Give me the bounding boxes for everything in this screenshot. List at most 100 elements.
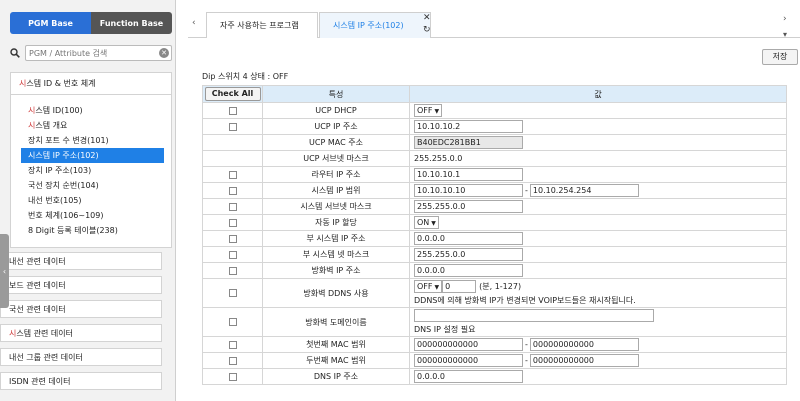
collapse-sidebar-handle[interactable]: ‹: [0, 234, 9, 308]
firewall-domain-field[interactable]: [414, 309, 654, 322]
row-checkbox[interactable]: [228, 372, 237, 381]
column-header-attribute: 특성: [262, 85, 410, 103]
mac-range2-from-field[interactable]: 000000000000: [414, 354, 523, 367]
search-icon: [10, 48, 20, 58]
row-checkbox[interactable]: [228, 186, 237, 195]
menu-item-trunk-order[interactable]: 국선 장치 순번(104): [11, 178, 171, 193]
save-button[interactable]: 저장: [762, 49, 798, 65]
row-label: UCP MAC 주소: [262, 134, 410, 151]
table-row: UCP 서브넷 마스크 255.255.0.0: [202, 150, 787, 167]
table-row: 부 시스템 넷 마스크 255.255.0.0: [202, 246, 787, 263]
row-label: 시스템 서브넷 마스크: [262, 198, 410, 215]
ucp-ip-field[interactable]: 10.10.10.2: [414, 120, 523, 133]
row-checkbox[interactable]: [228, 202, 237, 211]
sys-subnet-field[interactable]: 255.255.0.0: [414, 200, 523, 213]
menu-group-title[interactable]: 시스템 ID & 번호 체계: [11, 73, 171, 95]
row-checkbox[interactable]: [228, 234, 237, 243]
row-checkbox[interactable]: [228, 250, 237, 259]
chevron-left-icon[interactable]: ‹: [192, 18, 196, 28]
sys-ip-range-from-field[interactable]: 10.10.10.10: [414, 184, 523, 197]
row-label: 부 시스템 IP 주소: [262, 230, 410, 247]
settings-table: Check All 특성 값 UCP DHCP OFF ▼ UCP IP 주소 1…: [202, 85, 787, 385]
auto-ip-select[interactable]: ON ▼: [414, 216, 439, 229]
menu-section-isdn[interactable]: ISDN 관련 데이터: [0, 372, 162, 390]
table-row: UCP IP 주소 10.10.10.2: [202, 118, 787, 135]
menu-section-extension-group[interactable]: 내선 그룹 관련 데이터: [0, 348, 162, 366]
column-header-value: 값: [409, 85, 787, 103]
dropdown-arrow-icon: ▼: [434, 108, 440, 115]
menu-item-system-overview[interactable]: 시스템 개요: [11, 118, 171, 133]
row-checkbox[interactable]: [228, 122, 237, 131]
row-label: 방화벽 도메인이름: [262, 307, 410, 337]
mac-range2-to-field[interactable]: 000000000000: [529, 354, 639, 367]
ddns-minutes-unit: (분, 1-127): [479, 282, 522, 291]
sidebar: PGM Base Function Base ✕ 시스템 ID & 번호 체계 …: [0, 0, 176, 401]
menu-section-trunk[interactable]: 국선 관련 데이터: [0, 300, 162, 318]
menu-item-system-ip[interactable]: 시스템 IP 주소(102): [21, 148, 164, 163]
mac-range1-from-field[interactable]: 000000000000: [414, 338, 523, 351]
ucp-mac-field: B40EDC281BB1: [414, 136, 523, 149]
menu-item-numbering-plan[interactable]: 번호 체계(106~109): [11, 208, 171, 223]
chevron-down-icon[interactable]: ▾: [783, 30, 787, 39]
chevron-right-icon[interactable]: ›: [783, 14, 787, 24]
tab-function-base[interactable]: Function Base: [91, 12, 172, 34]
firewall-ip-field[interactable]: 0.0.0.0: [414, 264, 523, 277]
menu-items: 시스템 ID(100) 시스템 개요 장치 포트 수 변경(101) 시스템 I…: [11, 103, 171, 238]
row-label: UCP IP 주소: [262, 118, 410, 135]
table-header-row: Check All 특성 값: [202, 85, 787, 103]
row-checkbox[interactable]: [228, 356, 237, 365]
row-checkbox[interactable]: [228, 318, 237, 326]
range-dash: -: [525, 340, 528, 349]
search-input[interactable]: [25, 45, 172, 61]
table-row: 자동 IP 할당 ON ▼: [202, 214, 787, 231]
row-label: 라우터 IP 주소: [262, 166, 410, 183]
menu-item-port-change[interactable]: 장치 포트 수 변경(101): [11, 133, 171, 148]
row-checkbox[interactable]: [228, 106, 237, 115]
row-label: 두번째 MAC 범위: [262, 352, 410, 369]
row-checkbox[interactable]: [228, 289, 237, 297]
menu-section-system[interactable]: 시스템 관련 데이터: [0, 324, 162, 342]
search-bar: ✕: [10, 45, 172, 61]
mac-range1-to-field[interactable]: 000000000000: [529, 338, 639, 351]
refresh-tab-icon[interactable]: ↻: [423, 25, 431, 35]
menu-section-board[interactable]: 보드 관련 데이터: [0, 276, 162, 294]
firewall-ddns-select[interactable]: OFF ▼: [414, 280, 443, 293]
ddns-minutes-field[interactable]: 0: [442, 280, 477, 293]
ddns-note: DDNS에 의해 방화벽 IP가 변경되면 VOIP보드들은 재시작됩니다.: [414, 296, 636, 305]
sys-ip-range-to-field[interactable]: 10.10.254.254: [529, 184, 639, 197]
row-checkbox[interactable]: [228, 340, 237, 349]
row-label: UCP 서브넷 마스크: [262, 150, 410, 167]
tab-pgm-base[interactable]: PGM Base: [10, 12, 91, 34]
row-label: 부 시스템 넷 마스크: [262, 246, 410, 263]
table-row: 시스템 서브넷 마스크 255.255.0.0: [202, 198, 787, 215]
menu-item-device-ip[interactable]: 장치 IP 주소(103): [11, 163, 171, 178]
range-dash: -: [525, 356, 528, 365]
ucp-subnet-value: 255.255.0.0: [409, 150, 787, 167]
dropdown-arrow-icon: ▼: [434, 284, 440, 291]
table-row: 두번째 MAC 범위 000000000000-000000000000: [202, 352, 787, 369]
row-label: 자동 IP 할당: [262, 214, 410, 231]
menu-item-system-id[interactable]: 시스템 ID(100): [11, 103, 171, 118]
menu-item-8digit-table[interactable]: 8 Digit 등록 테이블(238): [11, 223, 171, 238]
check-all-button[interactable]: Check All: [204, 87, 261, 101]
close-tab-icon[interactable]: ✕: [423, 13, 431, 23]
menu-group-system-id: 시스템 ID & 번호 체계 시스템 ID(100) 시스템 개요 장치 포트 …: [10, 72, 172, 248]
dip-switch-status: Dip 스위치 4 상태 : OFF: [202, 72, 289, 81]
dns-ip-field[interactable]: 0.0.0.0: [414, 370, 523, 383]
row-checkbox[interactable]: [228, 266, 237, 275]
table-row: UCP DHCP OFF ▼: [202, 102, 787, 119]
tab-system-ip[interactable]: 시스템 IP 주소(102): [319, 12, 431, 38]
menu-section-extension[interactable]: 내선 관련 데이터: [0, 252, 162, 270]
sub-sys-netmask-field[interactable]: 255.255.0.0: [414, 248, 523, 261]
dns-required-note: DNS IP 설정 필요: [414, 325, 476, 334]
menu-item-extension-number[interactable]: 내선 번호(105): [11, 193, 171, 208]
row-label: DNS IP 주소: [262, 368, 410, 385]
clear-search-icon[interactable]: ✕: [159, 48, 169, 58]
table-row: 라우터 IP 주소 10.10.10.1: [202, 166, 787, 183]
row-checkbox[interactable]: [228, 170, 237, 179]
sub-sys-ip-field[interactable]: 0.0.0.0: [414, 232, 523, 245]
tab-favorites[interactable]: 자주 사용하는 프로그램: [206, 12, 318, 38]
router-ip-field[interactable]: 10.10.10.1: [414, 168, 523, 181]
ucp-dhcp-select[interactable]: OFF ▼: [414, 104, 443, 117]
row-checkbox[interactable]: [228, 218, 237, 227]
